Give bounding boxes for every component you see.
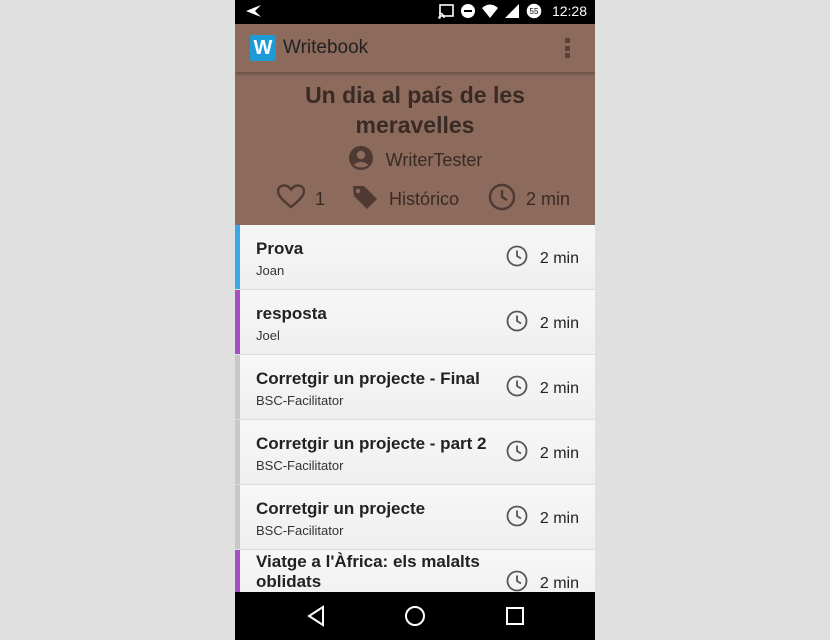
chapter-duration: 2 min bbox=[506, 310, 579, 337]
cast-icon bbox=[438, 3, 454, 19]
clock-icon bbox=[506, 570, 528, 592]
chapter-author: BSC-Facilitator bbox=[256, 523, 344, 538]
chapter-list-item[interactable]: Corretgir un projecte BSC-Facilitator 2 mi… bbox=[235, 485, 595, 550]
chapter-duration-label: 2 min bbox=[539, 444, 579, 462]
back-nav-icon[interactable] bbox=[305, 604, 329, 628]
chapter-title: resposta bbox=[256, 304, 327, 323]
chapter-duration: 2 min bbox=[506, 570, 579, 592]
chapter-duration-label: 2 min bbox=[539, 314, 579, 332]
phone-screen: 55 12:28 W Writebook Un dia al país de l… bbox=[235, 0, 595, 640]
app-bar: W Writebook bbox=[235, 24, 595, 72]
chapter-duration: 2 min bbox=[506, 505, 579, 532]
chapter-duration-label: 2 min bbox=[539, 379, 579, 397]
chapter-duration-label: 2 min bbox=[539, 249, 579, 267]
clock-icon bbox=[506, 375, 528, 402]
category-label: Histórico bbox=[389, 188, 460, 209]
chapter-list[interactable]: Prova Joan 2 min resposta Joel 2 min Corretgir… bbox=[235, 225, 595, 592]
story-title: Un dia al país de les meravelles bbox=[305, 82, 525, 138]
heart-icon bbox=[276, 183, 306, 215]
clock-icon bbox=[488, 183, 516, 216]
chapter-author: BSC-Facilitator bbox=[256, 458, 344, 473]
chapter-list-item[interactable]: Prova Joan 2 min bbox=[235, 225, 595, 290]
chapter-duration-label: 2 min bbox=[539, 574, 579, 592]
chapter-list-item[interactable]: Corretgir un projecte - Final BSC-Facilit… bbox=[235, 355, 595, 420]
do-not-disturb-icon bbox=[460, 3, 476, 19]
chapter-color-stripe bbox=[235, 225, 240, 289]
reading-time-label: 2 min bbox=[526, 188, 571, 209]
clock-icon bbox=[506, 505, 528, 532]
chapter-color-stripe bbox=[235, 290, 240, 354]
chapter-duration: 2 min bbox=[506, 245, 579, 272]
app-logo: W bbox=[250, 35, 276, 61]
chapter-author: Joel bbox=[256, 328, 280, 343]
recents-nav-icon[interactable] bbox=[503, 604, 527, 628]
app-title: Writebook bbox=[283, 37, 369, 58]
wifi-icon bbox=[481, 3, 498, 19]
chapter-color-stripe bbox=[235, 550, 240, 592]
svg-text:55: 55 bbox=[530, 7, 539, 16]
battery-icon: 55 bbox=[526, 3, 542, 19]
chapter-title: Corretgir un projecte - part 2 bbox=[256, 434, 487, 453]
story-meta-row: 1 Histórico 2 min bbox=[235, 183, 595, 215]
clock-icon bbox=[506, 310, 528, 337]
chapter-color-stripe bbox=[235, 355, 240, 419]
chapter-title: Prova bbox=[256, 239, 304, 258]
overflow-menu-icon[interactable] bbox=[557, 36, 577, 60]
chapter-title: Corretgir un projecte bbox=[256, 499, 426, 518]
chapter-color-stripe bbox=[235, 420, 240, 484]
category[interactable]: Histórico bbox=[351, 183, 459, 215]
chapter-title: Corretgir un projecte - Final bbox=[256, 369, 480, 388]
likes[interactable]: 1 bbox=[276, 183, 326, 215]
status-bar: 55 12:28 bbox=[235, 0, 595, 24]
signal-icon bbox=[504, 3, 520, 19]
back-arrow-icon bbox=[245, 4, 263, 23]
likes-count: 1 bbox=[315, 188, 326, 209]
chapter-author: BSC-Facilitator bbox=[256, 393, 344, 408]
reading-time: 2 min bbox=[488, 183, 570, 215]
story-author-row[interactable]: WriterTester bbox=[235, 145, 595, 176]
clock-icon bbox=[506, 440, 528, 467]
chapter-color-stripe bbox=[235, 485, 240, 549]
navigation-bar bbox=[235, 592, 595, 640]
chapter-duration-label: 2 min bbox=[539, 509, 579, 527]
chapter-duration: 2 min bbox=[506, 440, 579, 467]
story-header: W Writebook Un dia al país de les merave… bbox=[235, 24, 595, 225]
chapter-title: Viatge a l'Àfrica: els malalts oblidats bbox=[256, 552, 480, 591]
chapter-list-item[interactable]: resposta Joel 2 min bbox=[235, 290, 595, 355]
home-nav-icon[interactable] bbox=[403, 604, 427, 628]
tag-icon bbox=[351, 183, 379, 216]
status-time: 12:28 bbox=[551, 3, 587, 19]
clock-icon bbox=[506, 245, 528, 272]
chapter-duration: 2 min bbox=[506, 375, 579, 402]
chapter-author: Joan bbox=[256, 263, 285, 278]
chapter-list-item[interactable]: Corretgir un projecte - part 2 BSC-Facili… bbox=[235, 420, 595, 485]
chapter-list-item[interactable]: Viatge a l'Àfrica: els malalts oblidats 2… bbox=[235, 550, 595, 592]
story-author: WriterTester bbox=[385, 150, 483, 170]
account-circle-icon bbox=[348, 145, 374, 176]
